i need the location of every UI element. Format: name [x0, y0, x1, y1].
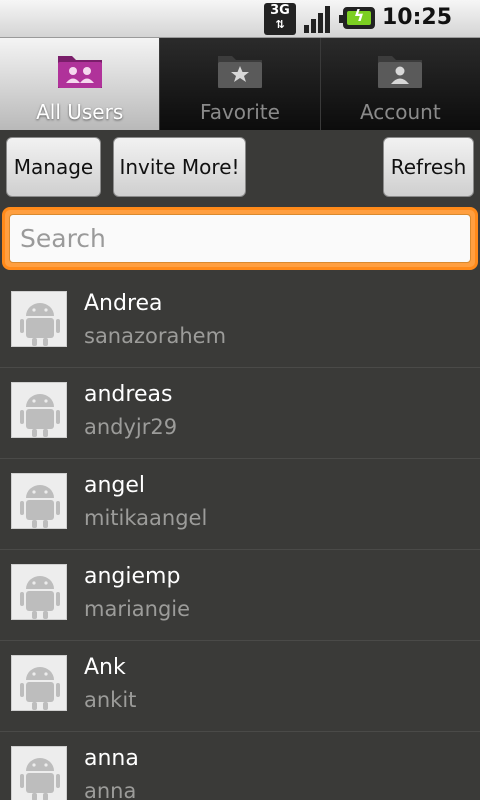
- android-robot-icon: [11, 382, 67, 438]
- search-field: [9, 214, 471, 263]
- manage-button[interactable]: Manage: [6, 137, 101, 197]
- person-folder-icon: [378, 56, 423, 88]
- list-item[interactable]: angiemp mariangie: [0, 550, 480, 641]
- user-username: mariangie: [84, 597, 191, 621]
- tab-label: Favorite: [200, 100, 280, 124]
- user-username: sanazorahem: [84, 324, 227, 348]
- user-name: Ank: [84, 655, 126, 680]
- list-item[interactable]: andreas andyjr29: [0, 368, 480, 459]
- data-arrows-icon: ⇅: [275, 18, 285, 31]
- tab-all-users[interactable]: All Users: [0, 38, 161, 130]
- battery-charging-icon: ϟ: [339, 6, 375, 29]
- user-username: andyjr29: [84, 415, 178, 439]
- search-input[interactable]: [10, 224, 470, 253]
- user-username: mitikaangel: [84, 506, 208, 530]
- search-box: [2, 207, 478, 270]
- refresh-button[interactable]: Refresh: [383, 137, 474, 197]
- tab-account[interactable]: Account: [320, 38, 480, 130]
- user-name: Andrea: [84, 291, 163, 316]
- clock-time: 10:25: [382, 5, 453, 30]
- list-item[interactable]: Ank ankit: [0, 641, 480, 732]
- tab-bar: All Users Favorite Account: [0, 38, 480, 130]
- user-name: angiemp: [84, 564, 181, 589]
- android-robot-icon: [11, 291, 67, 347]
- user-name: anna: [84, 746, 139, 771]
- android-robot-icon: [11, 655, 67, 711]
- list-item[interactable]: angel mitikaangel: [0, 459, 480, 550]
- network-type-label: 3G: [270, 3, 290, 18]
- network-3g-icon: 3G ⇅: [264, 3, 296, 35]
- list-item[interactable]: anna anna: [0, 732, 480, 800]
- signal-strength-icon: [304, 6, 330, 33]
- android-robot-icon: [11, 564, 67, 620]
- user-name: andreas: [84, 382, 173, 407]
- status-bar: 3G ⇅ ϟ 10:25 AM: [0, 0, 480, 53]
- user-username: ankit: [84, 688, 137, 712]
- invite-more-button[interactable]: Invite More!: [113, 137, 246, 197]
- tab-label: Account: [359, 100, 441, 124]
- android-robot-icon: [11, 746, 67, 800]
- tab-label: All Users: [36, 100, 124, 124]
- list-item[interactable]: Andrea sanazorahem: [0, 277, 480, 368]
- user-name: angel: [84, 473, 146, 498]
- tab-favorite[interactable]: Favorite: [160, 38, 321, 130]
- star-folder-icon: [217, 56, 262, 88]
- android-robot-icon: [11, 473, 67, 529]
- user-username: anna: [84, 779, 137, 800]
- user-list: Andrea sanazorahem andreas andyjr29 ange…: [0, 277, 480, 800]
- users-folder-icon: [57, 56, 102, 88]
